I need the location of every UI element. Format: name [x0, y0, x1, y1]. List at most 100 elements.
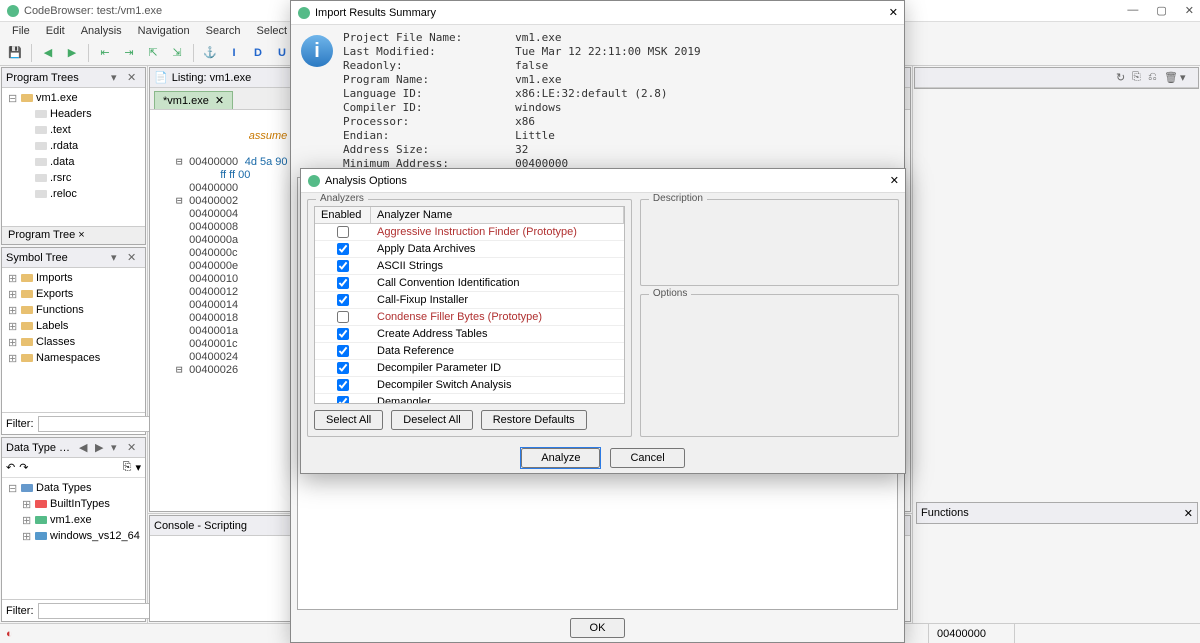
analyzer-row[interactable]: Create Address Tables: [315, 326, 624, 343]
close-button[interactable]: ✕: [1185, 4, 1194, 17]
analyzer-checkbox[interactable]: [337, 311, 349, 323]
toolbar-anchor-icon[interactable]: ⚓: [199, 42, 221, 64]
panel-close-icon[interactable]: ✕: [127, 71, 141, 85]
analyzer-checkbox[interactable]: [337, 379, 349, 391]
menu-select[interactable]: Select: [251, 23, 294, 39]
analyzer-row[interactable]: Decompiler Parameter ID: [315, 360, 624, 377]
close-tab-icon[interactable]: ✕: [215, 94, 224, 107]
tree-item-Headers[interactable]: Headers: [4, 106, 143, 122]
analyzer-checkbox[interactable]: [337, 226, 349, 238]
analyzer-row[interactable]: Decompiler Switch Analysis: [315, 377, 624, 394]
analyzer-name: Call-Fixup Installer: [371, 294, 624, 306]
cancel-button[interactable]: Cancel: [610, 448, 684, 468]
analyzer-checkbox[interactable]: [337, 396, 349, 404]
listing-icon: 📄: [154, 71, 168, 84]
tree-item-rdata[interactable]: .rdata: [4, 138, 143, 154]
dt-item-vm1exe[interactable]: ⊞vm1.exe: [4, 512, 143, 528]
analyzer-checkbox[interactable]: [337, 243, 349, 255]
tree-item-rsrc[interactable]: .rsrc: [4, 170, 143, 186]
col-enabled[interactable]: Enabled: [315, 207, 371, 223]
tree-item-reloc[interactable]: .reloc: [4, 186, 143, 202]
menu-edit[interactable]: Edit: [40, 23, 71, 39]
tree-root[interactable]: ⊟vm1.exe: [4, 90, 143, 106]
toolbar-back-icon[interactable]: ◀: [37, 42, 59, 64]
toolbar-save-icon[interactable]: 💾: [4, 42, 26, 64]
analyzer-checkbox[interactable]: [337, 362, 349, 374]
right-tool5-icon[interactable]: ▾: [1180, 71, 1194, 85]
analyzer-row[interactable]: ASCII Strings: [315, 258, 624, 275]
analyzer-checkbox[interactable]: [337, 294, 349, 306]
symbol-tree-panel: Symbol Tree ▾ ✕ ⊞Imports⊞Exports⊞Functio…: [1, 247, 146, 435]
analyzer-checkbox[interactable]: [337, 260, 349, 272]
analyzer-row[interactable]: Aggressive Instruction Finder (Prototype…: [315, 224, 624, 241]
panel-back-icon[interactable]: ◀: [79, 441, 93, 455]
dt-tool4-icon[interactable]: ▾: [135, 461, 141, 474]
panel-close-icon[interactable]: ✕: [127, 251, 141, 265]
tree-item-data[interactable]: .data: [4, 154, 143, 170]
dt-item-windows_vs12_64[interactable]: ⊞windows_vs12_64: [4, 528, 143, 544]
sym-item-functions[interactable]: ⊞Functions: [4, 302, 143, 318]
sym-item-imports[interactable]: ⊞Imports: [4, 270, 143, 286]
analyzer-row[interactable]: Call-Fixup Installer: [315, 292, 624, 309]
panel-close-icon[interactable]: ✕: [127, 441, 141, 455]
analyzer-row[interactable]: Call Convention Identification: [315, 275, 624, 292]
menu-analysis[interactable]: Analysis: [75, 23, 128, 39]
toolbar-nav4-icon[interactable]: ⇲: [166, 42, 188, 64]
menu-file[interactable]: File: [6, 23, 36, 39]
import-kv-list: Project File Name: vm1.exe Last Modified…: [343, 31, 701, 171]
dt-root[interactable]: ⊟Data Types: [4, 480, 143, 496]
analyzer-checkbox[interactable]: [337, 345, 349, 357]
analyzer-row[interactable]: Demangler: [315, 394, 624, 404]
dt-item-BuiltInTypes[interactable]: ⊞BuiltInTypes: [4, 496, 143, 512]
sym-item-exports[interactable]: ⊞Exports: [4, 286, 143, 302]
toolbar-nav1-icon[interactable]: ⇤: [94, 42, 116, 64]
dt-tool1-icon[interactable]: ↶: [6, 461, 15, 474]
panel-menu-icon[interactable]: ▾: [111, 71, 125, 85]
analyzer-row[interactable]: Data Reference: [315, 343, 624, 360]
analyzer-name: ASCII Strings: [371, 260, 624, 272]
toolbar-fwd-icon[interactable]: ▶: [61, 42, 83, 64]
panel-menu-icon[interactable]: ▾: [111, 441, 125, 455]
sym-item-namespaces[interactable]: ⊞Namespaces: [4, 350, 143, 366]
menu-search[interactable]: Search: [200, 23, 247, 39]
analyzer-checkbox[interactable]: [337, 328, 349, 340]
listing-tab[interactable]: *vm1.exe ✕: [154, 91, 233, 109]
deselect-all-button[interactable]: Deselect All: [391, 410, 472, 430]
analyze-button[interactable]: Analyze: [521, 448, 600, 468]
toolbar-I-icon[interactable]: I: [223, 42, 245, 64]
col-name[interactable]: Analyzer Name: [371, 207, 624, 223]
panel-fwd-icon[interactable]: ▶: [95, 441, 109, 455]
panel-menu-icon[interactable]: ▾: [111, 251, 125, 265]
program-tree-tab[interactable]: Program Tree ×: [2, 226, 145, 244]
select-all-button[interactable]: Select All: [314, 410, 383, 430]
analyzers-legend: Analyzers: [316, 193, 368, 204]
sym-item-classes[interactable]: ⊞Classes: [4, 334, 143, 350]
right-tool2-icon[interactable]: ⎘: [1132, 71, 1146, 85]
minimize-button[interactable]: —: [1127, 4, 1138, 17]
dt-tool3-icon[interactable]: ⎘: [123, 461, 132, 474]
menu-navigation[interactable]: Navigation: [132, 23, 196, 39]
right-tool4-icon[interactable]: 🗑: [1164, 71, 1178, 85]
toolbar-nav3-icon[interactable]: ⇱: [142, 42, 164, 64]
right-tool3-icon[interactable]: ⎌: [1148, 71, 1162, 85]
tree-item-text[interactable]: .text: [4, 122, 143, 138]
ok-button[interactable]: OK: [570, 618, 626, 638]
sym-item-labels[interactable]: ⊞Labels: [4, 318, 143, 334]
analyzer-table[interactable]: Enabled Analyzer Name Aggressive Instruc…: [314, 206, 625, 404]
right-tool1-icon[interactable]: ↻: [1116, 71, 1130, 85]
analyzer-row[interactable]: Condense Filler Bytes (Prototype): [315, 309, 624, 326]
toolbar-D-icon[interactable]: D: [247, 42, 269, 64]
analyzer-checkbox[interactable]: [337, 277, 349, 289]
info-icon: i: [301, 35, 333, 67]
toolbar-nav2-icon[interactable]: ⇥: [118, 42, 140, 64]
dt-tool2-icon[interactable]: ↷: [19, 461, 28, 474]
dialog-close-icon[interactable]: ✕: [889, 6, 898, 19]
analyzer-name: Condense Filler Bytes (Prototype): [371, 311, 624, 323]
analyzer-name: Demangler: [371, 396, 624, 404]
restore-defaults-button[interactable]: Restore Defaults: [481, 410, 587, 430]
functions-close-icon[interactable]: ✕: [1184, 507, 1193, 520]
filter-label: Filter:: [6, 418, 34, 430]
maximize-button[interactable]: ▢: [1156, 4, 1166, 17]
dialog-close-icon[interactable]: ✕: [890, 174, 899, 187]
analyzer-row[interactable]: Apply Data Archives: [315, 241, 624, 258]
